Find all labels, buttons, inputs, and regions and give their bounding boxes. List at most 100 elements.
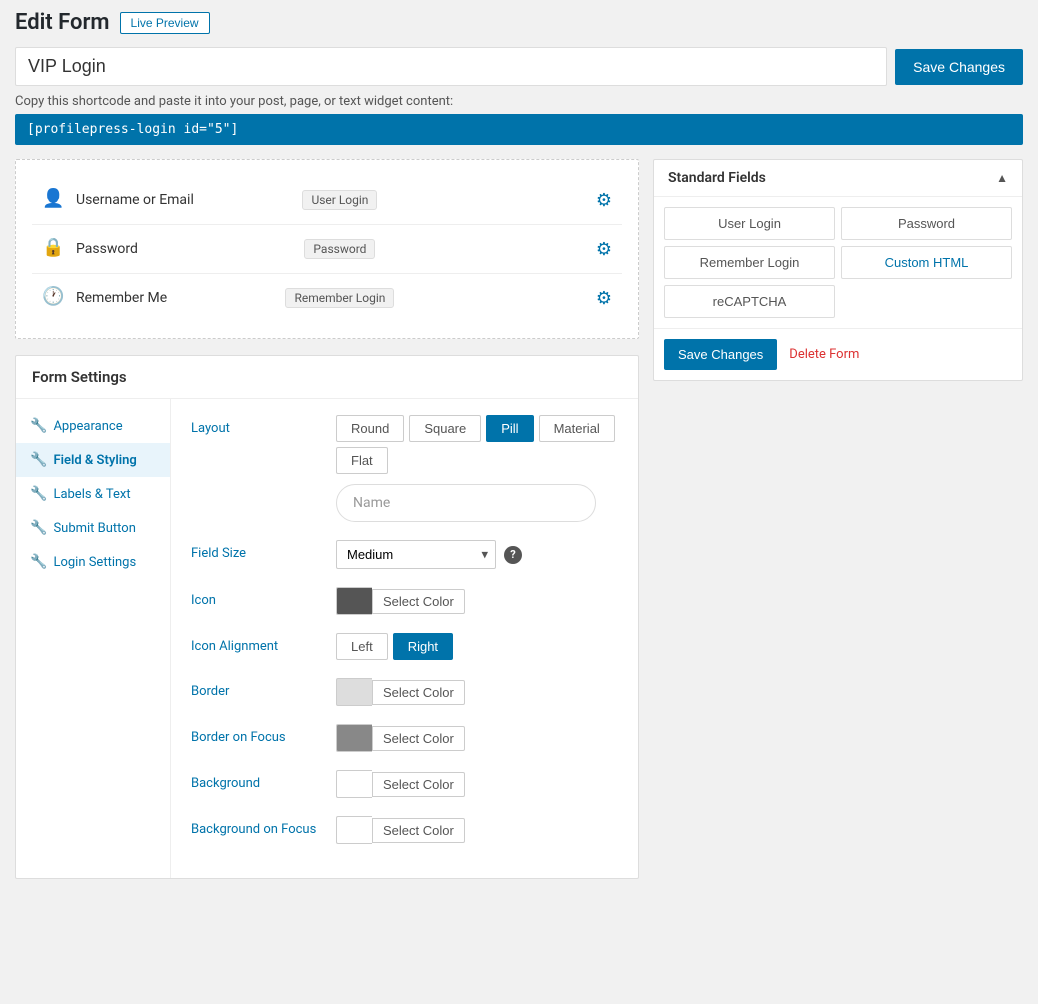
sidebar-item-appearance[interactable]: 🔧 Appearance <box>16 409 170 443</box>
icon-alignment-label: Icon Alignment <box>191 633 336 654</box>
sidebar-label-field-styling: Field & Styling <box>53 453 136 468</box>
border-color-swatch[interactable] <box>336 678 372 706</box>
icon-alignment-row: Icon Alignment Left Right <box>191 633 618 660</box>
icon-select-color-btn[interactable]: Select Color <box>372 589 465 614</box>
sidebar-item-field-styling[interactable]: 🔧 Field & Styling <box>16 443 170 477</box>
field-label-password: Password <box>76 241 296 257</box>
sidebar-item-labels-text[interactable]: 🔧 Labels & Text <box>16 477 170 511</box>
sidebar-label-login-settings: Login Settings <box>53 555 136 570</box>
standard-fields-panel: Standard Fields ▲ User Login Password Re… <box>653 159 1023 381</box>
layout-btn-material[interactable]: Material <box>539 415 615 442</box>
background-focus-content: Select Color <box>336 816 618 844</box>
std-field-recaptcha[interactable]: reCAPTCHA <box>664 285 835 318</box>
field-size-row: Field Size Small Medium Large ? <box>191 540 618 569</box>
icon-alignment-content: Left Right <box>336 633 618 660</box>
field-gear-username[interactable]: ⚙ <box>596 190 612 211</box>
align-buttons: Left Right <box>336 633 618 660</box>
icon-color-picker: Select Color <box>336 587 618 615</box>
lock-icon: 🔒 <box>42 237 66 261</box>
form-settings-body: 🔧 Appearance 🔧 Field & Styling 🔧 Labels … <box>16 399 638 878</box>
page-wrapper: Edit Form Live Preview Save Changes Copy… <box>0 0 1038 889</box>
top-form-row: Save Changes <box>15 47 1023 86</box>
background-color-picker: Select Color <box>336 770 618 798</box>
field-row: 🔒 Password Password ⚙ <box>32 225 622 274</box>
form-settings: Form Settings 🔧 Appearance 🔧 Field & Sty… <box>15 355 639 879</box>
layout-row: Layout Round Square Pill Material Flat N… <box>191 415 618 522</box>
background-row: Background Select Color <box>191 770 618 798</box>
field-tag-rememberlogin: Remember Login <box>285 288 394 308</box>
wrench-icon-field-styling: 🔧 <box>30 452 47 468</box>
sidebar-label-labels-text: Labels & Text <box>53 487 130 502</box>
layout-label: Layout <box>191 415 336 436</box>
border-focus-select-color-btn[interactable]: Select Color <box>372 726 465 751</box>
std-field-password[interactable]: Password <box>841 207 1012 240</box>
layout-btn-square[interactable]: Square <box>409 415 481 442</box>
standard-fields-title: Standard Fields <box>668 170 766 186</box>
clock-icon: 🕐 <box>42 286 66 310</box>
std-field-remember-login[interactable]: Remember Login <box>664 246 835 279</box>
shortcode-box[interactable]: [profilepress-login id="5"] <box>15 114 1023 145</box>
wrench-icon-labels-text: 🔧 <box>30 486 47 502</box>
main-layout: 👤 Username or Email User Login ⚙ 🔒 Passw… <box>15 159 1023 879</box>
std-field-custom-html[interactable]: Custom HTML <box>841 246 1012 279</box>
field-row: 🕐 Remember Me Remember Login ⚙ <box>32 274 622 322</box>
border-select-color-btn[interactable]: Select Color <box>372 680 465 705</box>
user-icon: 👤 <box>42 188 66 212</box>
background-color-swatch[interactable] <box>336 770 372 798</box>
preview-field: Name <box>336 484 596 522</box>
background-focus-select-color-btn[interactable]: Select Color <box>372 818 465 843</box>
wrench-icon-login-settings: 🔧 <box>30 554 47 570</box>
border-label: Border <box>191 678 336 699</box>
delete-form-link[interactable]: Delete Form <box>789 347 859 362</box>
icon-label: Icon <box>191 587 336 608</box>
layout-buttons: Round Square Pill Material Flat <box>336 415 618 474</box>
form-name-input[interactable] <box>15 47 887 86</box>
wrench-icon-submit-button: 🔧 <box>30 520 47 536</box>
help-icon[interactable]: ? <box>504 546 522 564</box>
layout-btn-pill[interactable]: Pill <box>486 415 533 442</box>
align-btn-left[interactable]: Left <box>336 633 388 660</box>
field-tag-password: Password <box>304 239 375 259</box>
border-focus-color-swatch[interactable] <box>336 724 372 752</box>
std-field-user-login[interactable]: User Login <box>664 207 835 240</box>
sidebar-item-login-settings[interactable]: 🔧 Login Settings <box>16 545 170 579</box>
background-focus-label: Background on Focus <box>191 816 336 837</box>
align-btn-right[interactable]: Right <box>393 633 453 660</box>
save-changes-button-std[interactable]: Save Changes <box>664 339 777 370</box>
field-label-remember: Remember Me <box>76 290 277 306</box>
background-focus-color-picker: Select Color <box>336 816 618 844</box>
background-focus-row: Background on Focus Select Color <box>191 816 618 844</box>
icon-color-swatch[interactable] <box>336 587 372 615</box>
background-focus-color-swatch[interactable] <box>336 816 372 844</box>
collapse-icon[interactable]: ▲ <box>996 171 1008 185</box>
background-select-color-btn[interactable]: Select Color <box>372 772 465 797</box>
border-color-picker: Select Color <box>336 678 618 706</box>
std-fields-grid: User Login Password Remember Login Custo… <box>654 197 1022 328</box>
field-size-select[interactable]: Small Medium Large <box>336 540 496 569</box>
border-content: Select Color <box>336 678 618 706</box>
page-header: Edit Form Live Preview <box>15 10 1023 35</box>
field-row: 👤 Username or Email User Login ⚙ <box>32 176 622 225</box>
sidebar-label-appearance: Appearance <box>53 419 122 434</box>
sidebar-label-submit-button: Submit Button <box>53 521 135 536</box>
background-content: Select Color <box>336 770 618 798</box>
form-preview: 👤 Username or Email User Login ⚙ 🔒 Passw… <box>15 159 639 339</box>
border-focus-label: Border on Focus <box>191 724 336 745</box>
border-focus-content: Select Color <box>336 724 618 752</box>
icon-row: Icon Select Color <box>191 587 618 615</box>
field-label-username: Username or Email <box>76 192 294 208</box>
border-row: Border Select Color <box>191 678 618 706</box>
page-title: Edit Form <box>15 10 110 35</box>
sidebar-item-submit-button[interactable]: 🔧 Submit Button <box>16 511 170 545</box>
field-gear-remember[interactable]: ⚙ <box>596 288 612 309</box>
save-changes-button-top[interactable]: Save Changes <box>895 49 1023 85</box>
layout-btn-flat[interactable]: Flat <box>336 447 388 474</box>
border-focus-row: Border on Focus Select Color <box>191 724 618 752</box>
field-gear-password[interactable]: ⚙ <box>596 239 612 260</box>
layout-btn-round[interactable]: Round <box>336 415 404 442</box>
settings-sidebar: 🔧 Appearance 🔧 Field & Styling 🔧 Labels … <box>16 399 171 878</box>
live-preview-button[interactable]: Live Preview <box>120 12 210 34</box>
icon-content: Select Color <box>336 587 618 615</box>
shortcode-hint: Copy this shortcode and paste it into yo… <box>15 94 1023 109</box>
form-settings-header: Form Settings <box>16 356 638 399</box>
